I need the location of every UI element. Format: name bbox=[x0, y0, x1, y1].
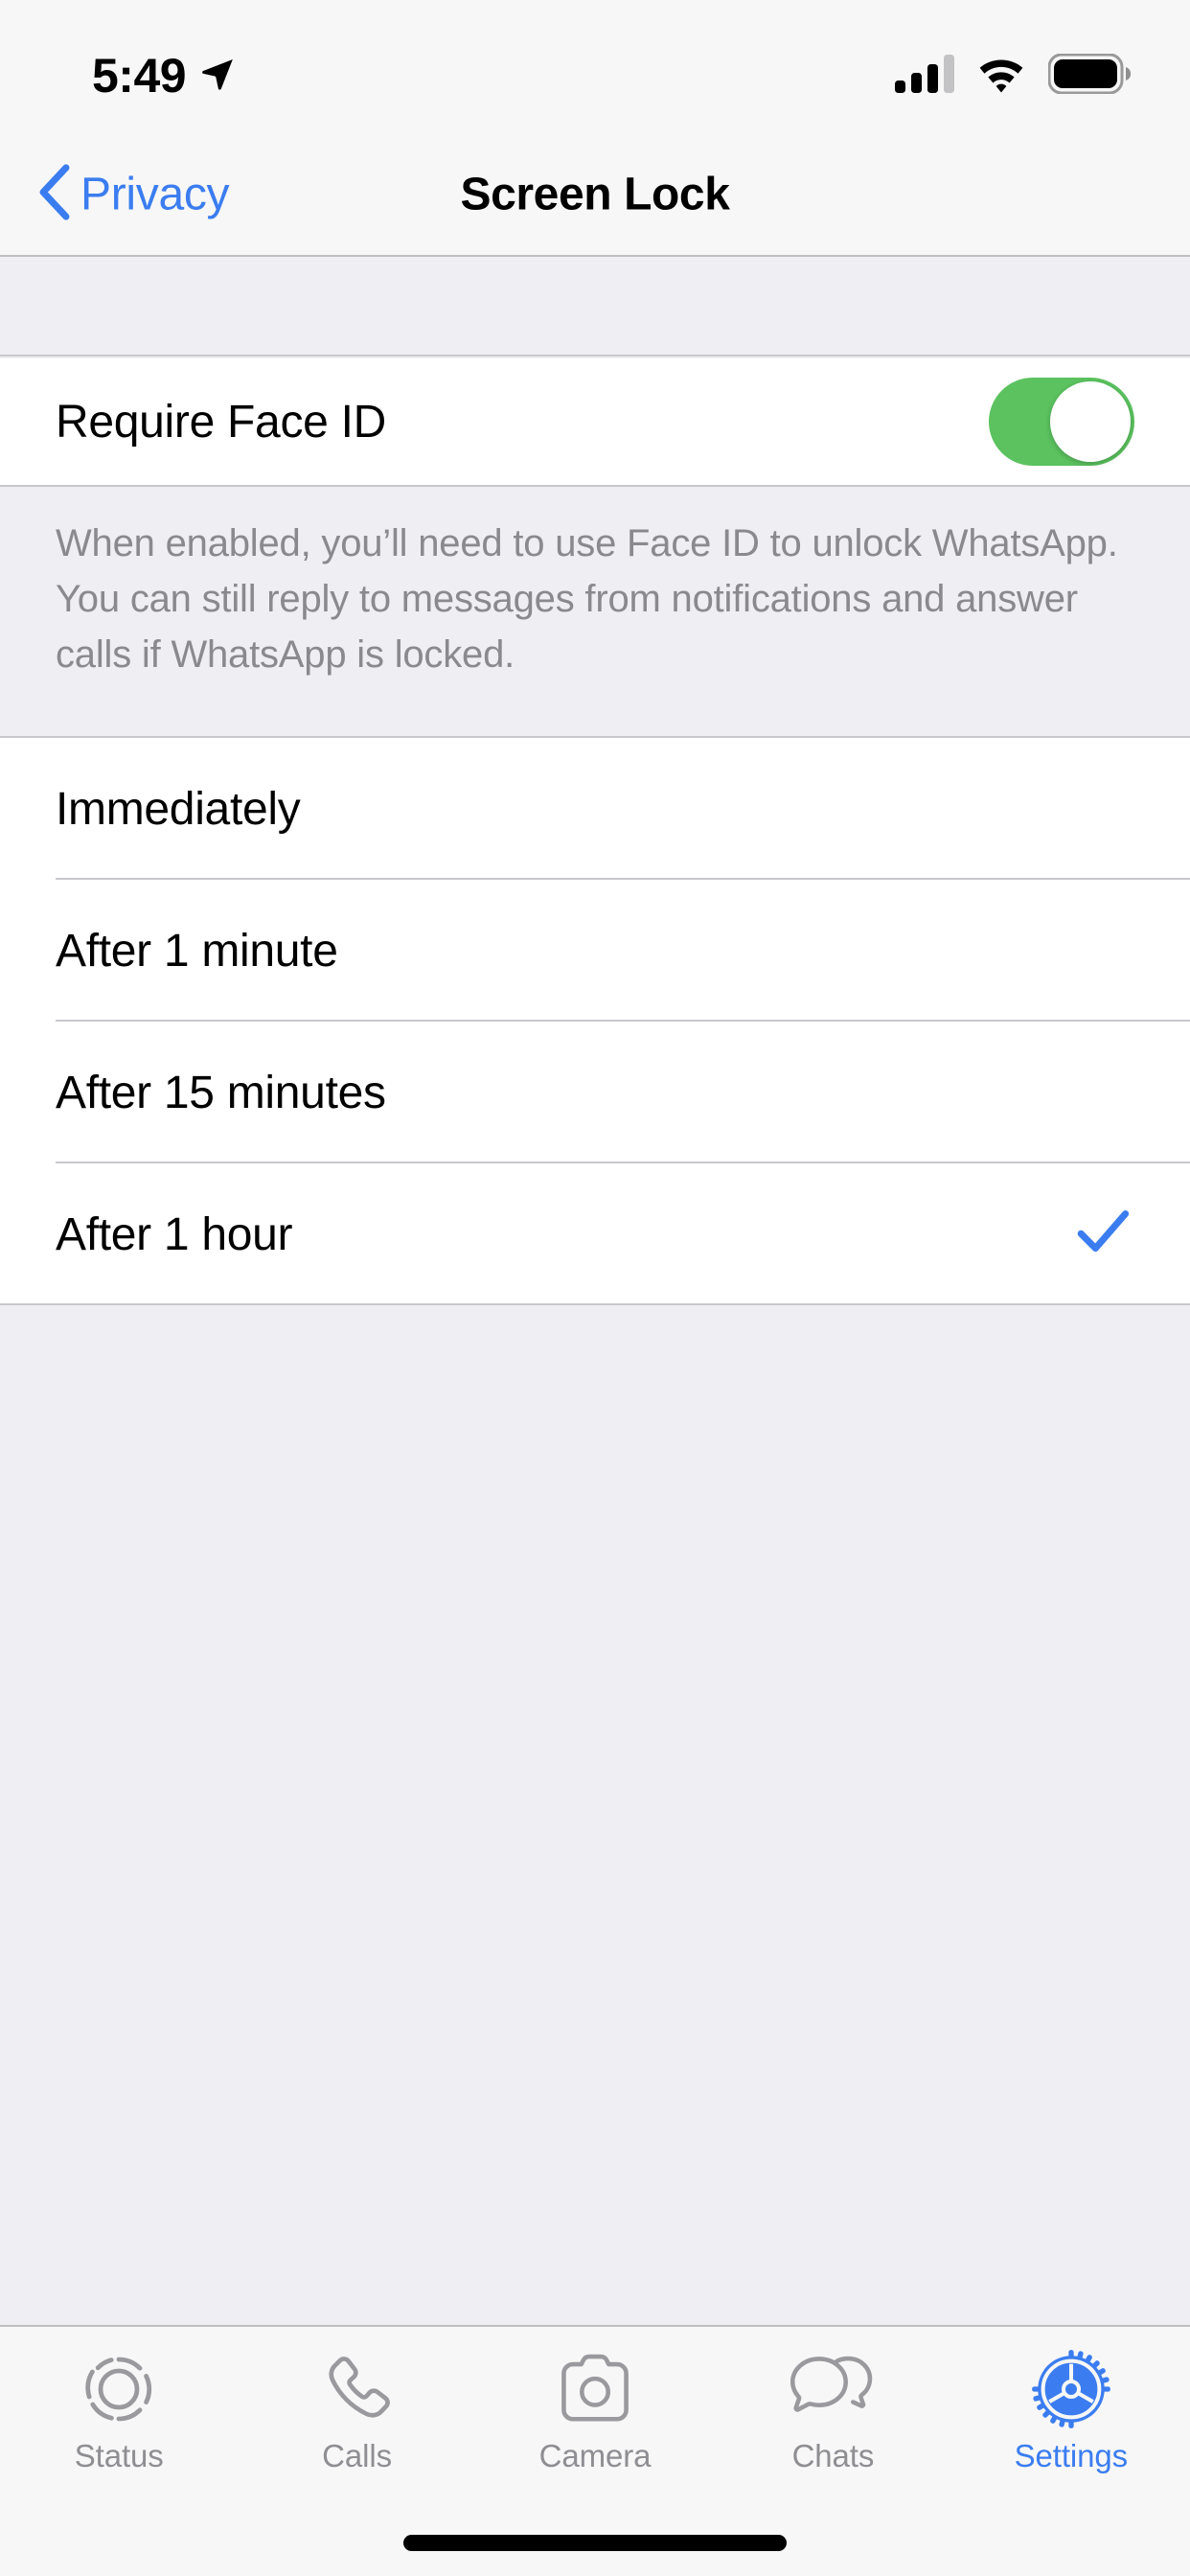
section-spacer-top bbox=[0, 259, 1190, 356]
require-face-id-row[interactable]: Require Face ID bbox=[0, 358, 1190, 485]
status-bar: 5:49 bbox=[0, 0, 1190, 134]
tab-camera[interactable]: Camera bbox=[476, 2327, 714, 2499]
option-label: After 1 hour bbox=[56, 1208, 293, 1260]
face-id-section: Require Face ID bbox=[0, 358, 1190, 485]
wifi-icon bbox=[974, 54, 1028, 99]
option-label: Immediately bbox=[56, 783, 301, 835]
tab-chats[interactable]: Chats bbox=[714, 2327, 951, 2499]
option-row-after-1-hour[interactable]: After 1 hour bbox=[0, 1163, 1190, 1305]
tab-label: Chats bbox=[791, 2438, 875, 2473]
battery-full-icon bbox=[1047, 53, 1131, 99]
tab-label: Calls bbox=[322, 2438, 393, 2473]
section-bottom-separator bbox=[0, 1303, 1190, 1305]
option-row-after-1-minute[interactable]: After 1 minute bbox=[0, 880, 1190, 1022]
checkmark-icon bbox=[1075, 1205, 1131, 1265]
status-bar-right bbox=[895, 53, 1131, 99]
face-id-description: When enabled, you’ll need to use Face ID… bbox=[0, 485, 1190, 738]
navigation-bar: Privacy Screen Lock bbox=[0, 134, 1190, 257]
phone-handset-icon bbox=[320, 2348, 395, 2430]
face-id-description-text: When enabled, you’ll need to use Face ID… bbox=[56, 522, 1118, 676]
status-bar-left: 5:49 bbox=[92, 52, 236, 100]
home-indicator bbox=[403, 2535, 787, 2551]
cellular-signal-icon bbox=[895, 54, 954, 98]
require-face-id-toggle[interactable] bbox=[989, 378, 1134, 466]
tab-label: Settings bbox=[1014, 2438, 1129, 2473]
status-rings-icon bbox=[80, 2348, 157, 2430]
lock-timing-options-section: Immediately After 1 minute After 15 minu… bbox=[0, 738, 1190, 1305]
screen: 5:49 Privacy Screen Lock Require Face ID… bbox=[0, 0, 1190, 2576]
location-arrow-icon bbox=[199, 56, 236, 97]
tab-label: Camera bbox=[538, 2438, 652, 2473]
option-row-immediately[interactable]: Immediately bbox=[0, 738, 1190, 880]
page-title: Screen Lock bbox=[460, 169, 730, 220]
toggle-knob bbox=[1050, 381, 1131, 462]
tab-calls[interactable]: Calls bbox=[238, 2327, 475, 2499]
tab-bar: Status Calls Camera Chats Settings bbox=[0, 2325, 1190, 2576]
status-bar-time: 5:49 bbox=[92, 49, 187, 103]
option-label: After 15 minutes bbox=[56, 1067, 386, 1118]
option-label: After 1 minute bbox=[56, 925, 338, 977]
option-row-after-15-minutes[interactable]: After 15 minutes bbox=[0, 1022, 1190, 1163]
gear-icon bbox=[1031, 2348, 1111, 2430]
chat-bubbles-icon bbox=[790, 2348, 875, 2430]
tab-label: Status bbox=[74, 2438, 164, 2473]
tab-settings[interactable]: Settings bbox=[952, 2327, 1190, 2499]
require-face-id-label: Require Face ID bbox=[56, 396, 386, 448]
tab-status[interactable]: Status bbox=[0, 2327, 238, 2499]
camera-icon bbox=[557, 2348, 633, 2430]
